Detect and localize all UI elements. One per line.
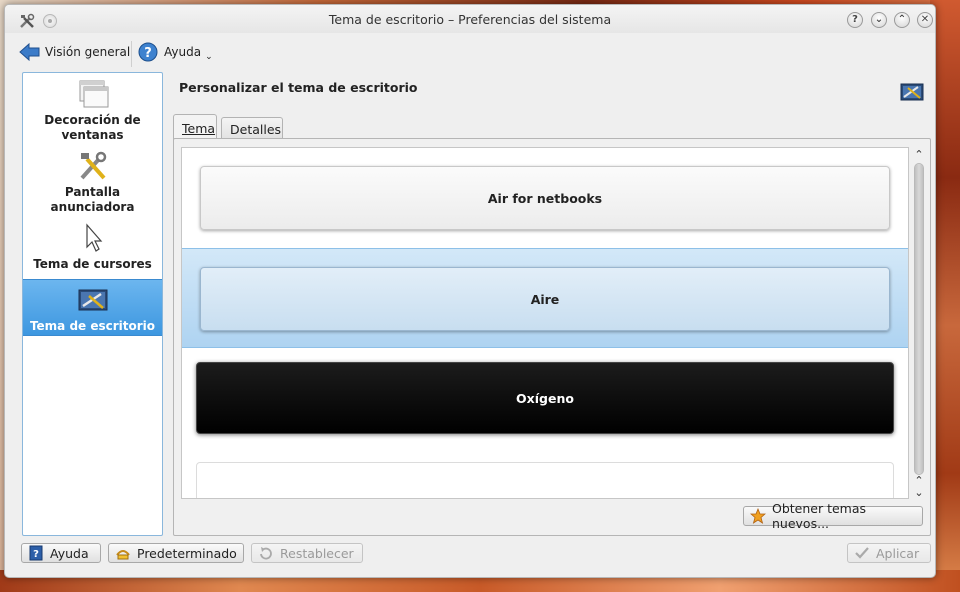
help-button-label: Ayuda — [50, 545, 89, 561]
reset-button[interactable]: Restablecer — [251, 543, 363, 563]
cursor-icon — [77, 223, 109, 253]
system-settings-window: Tema de escritorio – Preferencias del si… — [4, 4, 936, 578]
close-button[interactable]: ✕ — [917, 12, 933, 28]
overview-button[interactable]: Visión general — [19, 41, 130, 63]
help-book-icon: ? — [28, 545, 44, 561]
overview-label: Visión general — [45, 45, 131, 59]
minimize-button[interactable]: ⌄ — [871, 12, 887, 28]
reset-icon — [258, 545, 274, 561]
theme-list: Air for netbooks Aire Oxígeno — [181, 147, 909, 499]
help-menu-label: Ayuda — [164, 45, 202, 59]
chevron-down-icon: ⌄ — [205, 52, 213, 62]
desktop-theme-icon — [900, 81, 924, 103]
apply-button-label: Aplicar — [876, 545, 920, 561]
sidebar-item-label: Pantalla anunciadora — [50, 185, 135, 214]
toolbar-separator — [131, 41, 132, 67]
window-decoration-icon — [77, 79, 109, 109]
sidebar-item-label: Tema de escritorio — [29, 319, 156, 333]
help-menu-button[interactable]: ? Ayuda ⌄ — [138, 41, 213, 63]
theme-preview — [196, 462, 894, 498]
title-bar: Tema de escritorio – Preferencias del si… — [5, 5, 935, 33]
help-icon: ? — [138, 42, 158, 62]
sidebar-item-splash-screen[interactable]: Pantalla anunciadora — [23, 151, 162, 217]
reset-button-label: Restablecer — [280, 545, 354, 561]
default-button-label: Predeterminado — [137, 545, 237, 561]
scroll-thumb[interactable] — [915, 164, 923, 474]
apply-button[interactable]: Aplicar — [847, 543, 931, 563]
help-button[interactable]: ? Ayuda — [21, 543, 101, 563]
sidebar-item-label: Decoración de ventanas — [44, 113, 141, 142]
sidebar-item-cursor-theme[interactable]: Tema de cursores — [23, 223, 162, 277]
tab-label: Tema — [182, 121, 216, 136]
scroll-track[interactable] — [914, 163, 924, 475]
sidebar-item-label: Tema de cursores — [33, 257, 152, 271]
theme-list-scrollbar[interactable]: ⌃ ⌃ ⌄ — [909, 147, 929, 499]
svg-text:?: ? — [33, 549, 39, 560]
scroll-up-icon[interactable]: ⌃ — [912, 149, 926, 161]
page-title: Personalizar el tema de escritorio — [179, 80, 418, 95]
tab-tema[interactable]: Tema — [173, 114, 217, 141]
sidebar-item-desktop-theme[interactable]: Tema de escritorio — [23, 279, 162, 336]
maximize-button[interactable]: ⌃ — [894, 12, 910, 28]
default-button[interactable]: Predeterminado — [108, 543, 244, 563]
sidebar-item-window-decoration[interactable]: Decoración de ventanas — [23, 79, 162, 145]
list-item[interactable]: Oxígeno — [182, 348, 908, 448]
theme-name: Aire — [530, 291, 560, 307]
desktop-theme-icon — [77, 286, 109, 316]
check-icon — [854, 545, 870, 561]
get-new-themes-label: Obtener temas nuevos... — [772, 501, 867, 531]
back-arrow-icon — [19, 42, 41, 62]
theme-name: Oxígeno — [516, 390, 574, 406]
list-item[interactable] — [182, 448, 908, 498]
list-item[interactable]: Air for netbooks — [182, 148, 908, 248]
help-window-button[interactable]: ? — [847, 12, 863, 28]
window-title: Tema de escritorio – Preferencias del si… — [328, 12, 612, 27]
scroll-down-icon[interactable]: ⌄ — [912, 487, 926, 499]
list-item[interactable]: Aire — [182, 248, 908, 348]
category-sidebar: Decoración de ventanas Pantalla anunciad… — [22, 72, 163, 536]
theme-name: Air for netbooks — [487, 190, 603, 206]
tab-detalles[interactable]: Detalles — [221, 117, 283, 139]
tools-icon — [77, 151, 109, 181]
theme-preview: Air for netbooks — [200, 166, 890, 230]
get-new-themes-button[interactable]: Obtener temas nuevos... — [743, 501, 923, 531]
toolbar: Visión general ? Ayuda ⌄ — [5, 33, 935, 69]
tab-label: Detalles — [230, 122, 282, 137]
svg-text:?: ? — [144, 46, 152, 61]
default-icon — [115, 545, 131, 561]
theme-preview: Oxígeno — [196, 362, 894, 434]
star-icon — [749, 507, 767, 524]
theme-preview: Aire — [200, 267, 890, 331]
